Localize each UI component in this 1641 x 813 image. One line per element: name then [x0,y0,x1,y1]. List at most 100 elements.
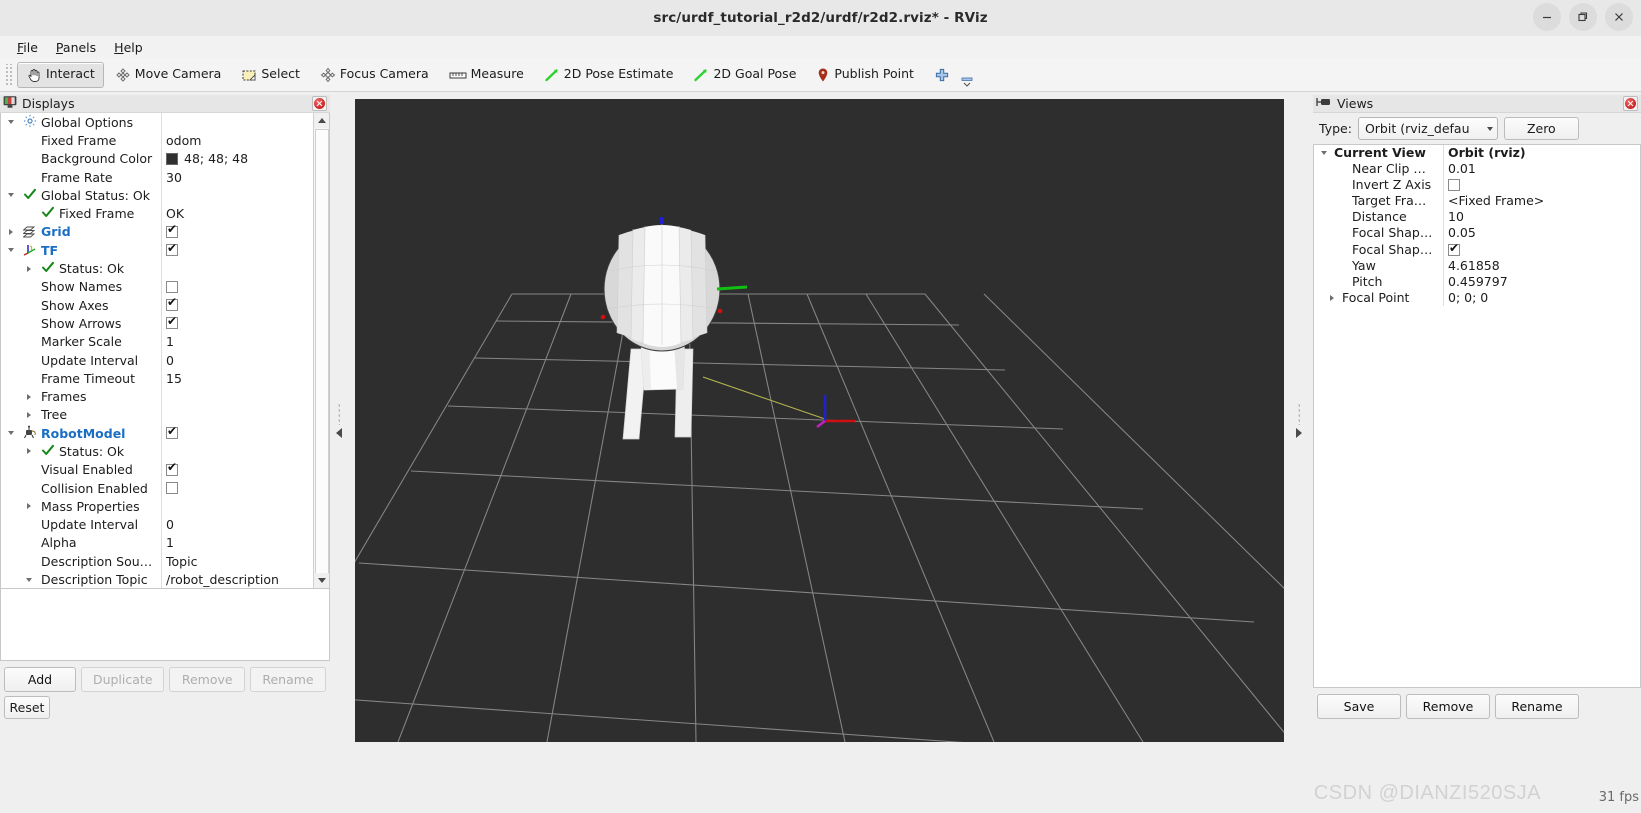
tree-expand-arrow-closed[interactable] [23,497,35,515]
duplicate-display-button[interactable]: Duplicate [81,667,165,692]
tool-2d-pose-estimate-button[interactable]: 2D Pose Estimate [535,62,683,88]
view-tree-row[interactable]: Focal Shap… 0.05 [1314,225,1640,242]
tool-focus-camera-button[interactable]: Focus Camera [311,62,438,88]
display-property-value[interactable]: /robot_description [166,572,279,587]
left-panel-collapse-handle[interactable] [332,400,346,440]
maximize-button[interactable] [1569,3,1597,31]
toolbar-extension-icon[interactable] [960,62,974,88]
tree-expand-arrow-closed[interactable] [23,442,35,460]
view-property-value[interactable]: 10 [1448,209,1464,224]
rename-view-button[interactable]: Rename [1495,694,1579,719]
scroll-up-button[interactable] [314,113,329,128]
display-tree-row[interactable]: RobotModel [1,424,312,443]
displays-scrollbar[interactable] [313,113,329,588]
display-property-value[interactable]: 48; 48; 48 [184,151,248,166]
display-tree-row[interactable]: Mass Properties [1,497,312,516]
display-tree-row[interactable]: Status: Ok [1,442,312,461]
display-tree-row[interactable]: Show Names [1,277,312,296]
tree-expand-arrow-open[interactable] [5,241,17,259]
view-tree-row[interactable]: Pitch 0.459797 [1314,273,1640,290]
view-property-value[interactable]: 4.61858 [1448,258,1500,273]
remove-view-button[interactable]: Remove [1406,694,1490,719]
display-tree-row[interactable]: Frames [1,387,312,406]
display-property-value[interactable]: 30 [166,170,182,185]
views-tree[interactable]: Current View Orbit (rviz) Near Clip … 0.01 I… [1313,144,1641,688]
display-property-value[interactable]: odom [166,133,201,148]
tool-measure-button[interactable]: Measure [440,62,533,88]
display-tree-row[interactable]: Marker Scale 1 [1,332,312,351]
menu-help[interactable]: Help [105,38,152,57]
display-tree-row[interactable]: Frame Rate 30 [1,167,312,187]
view-tree-row[interactable]: Current View Orbit (rviz) [1314,145,1640,162]
display-property-value[interactable]: 0 [166,353,174,368]
menu-file[interactable]: File [8,38,47,57]
display-tree-row[interactable]: Grid [1,222,312,242]
zero-view-button[interactable]: Zero [1503,117,1579,140]
display-tree-row[interactable]: Show Arrows [1,314,312,333]
display-tree-row[interactable]: Collision Enabled [1,478,312,498]
view-property-checkbox[interactable] [1448,179,1460,192]
tree-expand-arrow-closed[interactable] [23,260,35,278]
tool-interact-button[interactable]: Interact [17,61,104,88]
reset-button[interactable]: Reset [4,696,50,719]
display-tree-row[interactable]: Description Sou… Topic [1,552,312,571]
display-property-checkbox[interactable] [166,425,178,440]
display-tree-row[interactable]: Description Topic/robot_description [1,570,312,588]
tool-2d-goal-pose-button[interactable]: 2D Goal Pose [684,62,805,88]
display-tree-row[interactable]: Fixed Frame odom [1,131,312,150]
display-tree-row[interactable]: Global Options [1,113,312,132]
display-property-value[interactable]: 1 [166,334,174,349]
display-property-checkbox[interactable] [166,315,178,330]
tool-move-camera-button[interactable]: Move Camera [106,62,231,88]
scroll-down-button[interactable] [314,573,329,588]
rename-display-button[interactable]: Rename [249,667,326,692]
display-property-checkbox[interactable] [166,242,178,257]
minimize-button[interactable] [1533,3,1561,31]
display-tree-row[interactable]: Visual Enabled [1,460,312,479]
display-property-value[interactable]: 1 [166,535,174,550]
tool-add-plus-button[interactable] [925,62,959,88]
views-close-button[interactable] [1623,96,1638,111]
tree-expand-arrow-closed[interactable] [23,406,35,424]
view-property-value[interactable]: 0.459797 [1448,274,1508,289]
display-tree-row[interactable]: Update Interval 0 [1,515,312,534]
tree-expand-arrow-closed[interactable] [23,388,35,406]
display-property-value[interactable]: Topic [166,554,197,569]
tree-expand-arrow-open[interactable] [5,113,17,131]
view-tree-row[interactable]: Target Fra… <Fixed Frame> [1314,193,1640,210]
tree-expand-arrow-closed[interactable] [1326,290,1338,306]
display-tree-row[interactable]: Update Interval 0 [1,350,312,370]
tree-expand-arrow-open[interactable] [5,186,17,204]
right-panel-collapse-handle[interactable] [1292,400,1306,440]
display-tree-row[interactable]: Show Axes [1,295,312,315]
display-tree-row[interactable]: Tree [1,405,312,425]
display-property-checkbox[interactable] [166,481,178,494]
close-button[interactable] [1605,3,1633,31]
view-tree-row[interactable]: Near Clip … 0.01 [1314,161,1640,178]
display-property-checkbox[interactable] [166,280,178,293]
view-property-value[interactable]: 0; 0; 0 [1448,290,1488,305]
view-tree-row[interactable]: Invert Z Axis [1314,177,1640,194]
save-view-button[interactable]: Save [1317,694,1401,719]
tree-expand-arrow-open[interactable] [5,424,17,442]
view-type-combobox[interactable]: Orbit (rviz_defau [1357,117,1498,140]
display-property-value[interactable]: 15 [166,371,182,386]
display-property-checkbox[interactable] [166,296,178,311]
display-tree-row[interactable]: Frame Timeout 15 [1,369,312,388]
tool-publish-point-button[interactable]: Publish Point [807,62,923,88]
tree-expand-arrow-open[interactable] [1318,145,1330,161]
view-tree-row[interactable]: Focal Shap… [1314,241,1640,258]
remove-display-button[interactable]: Remove [169,667,245,692]
view-property-value[interactable]: 0.05 [1448,225,1476,240]
display-property-checkbox[interactable] [166,461,178,476]
tool-select-button[interactable]: Select [232,62,309,88]
displays-close-button[interactable] [312,96,327,111]
tree-expand-arrow-open[interactable] [23,571,35,588]
display-tree-row[interactable]: Background Color 48; 48; 48 [1,149,312,168]
display-tree-row[interactable]: Fixed Frame OK [1,204,312,223]
view-property-value[interactable]: <Fixed Frame> [1448,193,1544,208]
display-tree-row[interactable]: Global Status: Ok [1,186,312,205]
display-property-checkbox[interactable] [166,223,178,238]
view-tree-row[interactable]: Distance 10 [1314,209,1640,226]
view-property-checkbox[interactable] [1448,241,1460,256]
